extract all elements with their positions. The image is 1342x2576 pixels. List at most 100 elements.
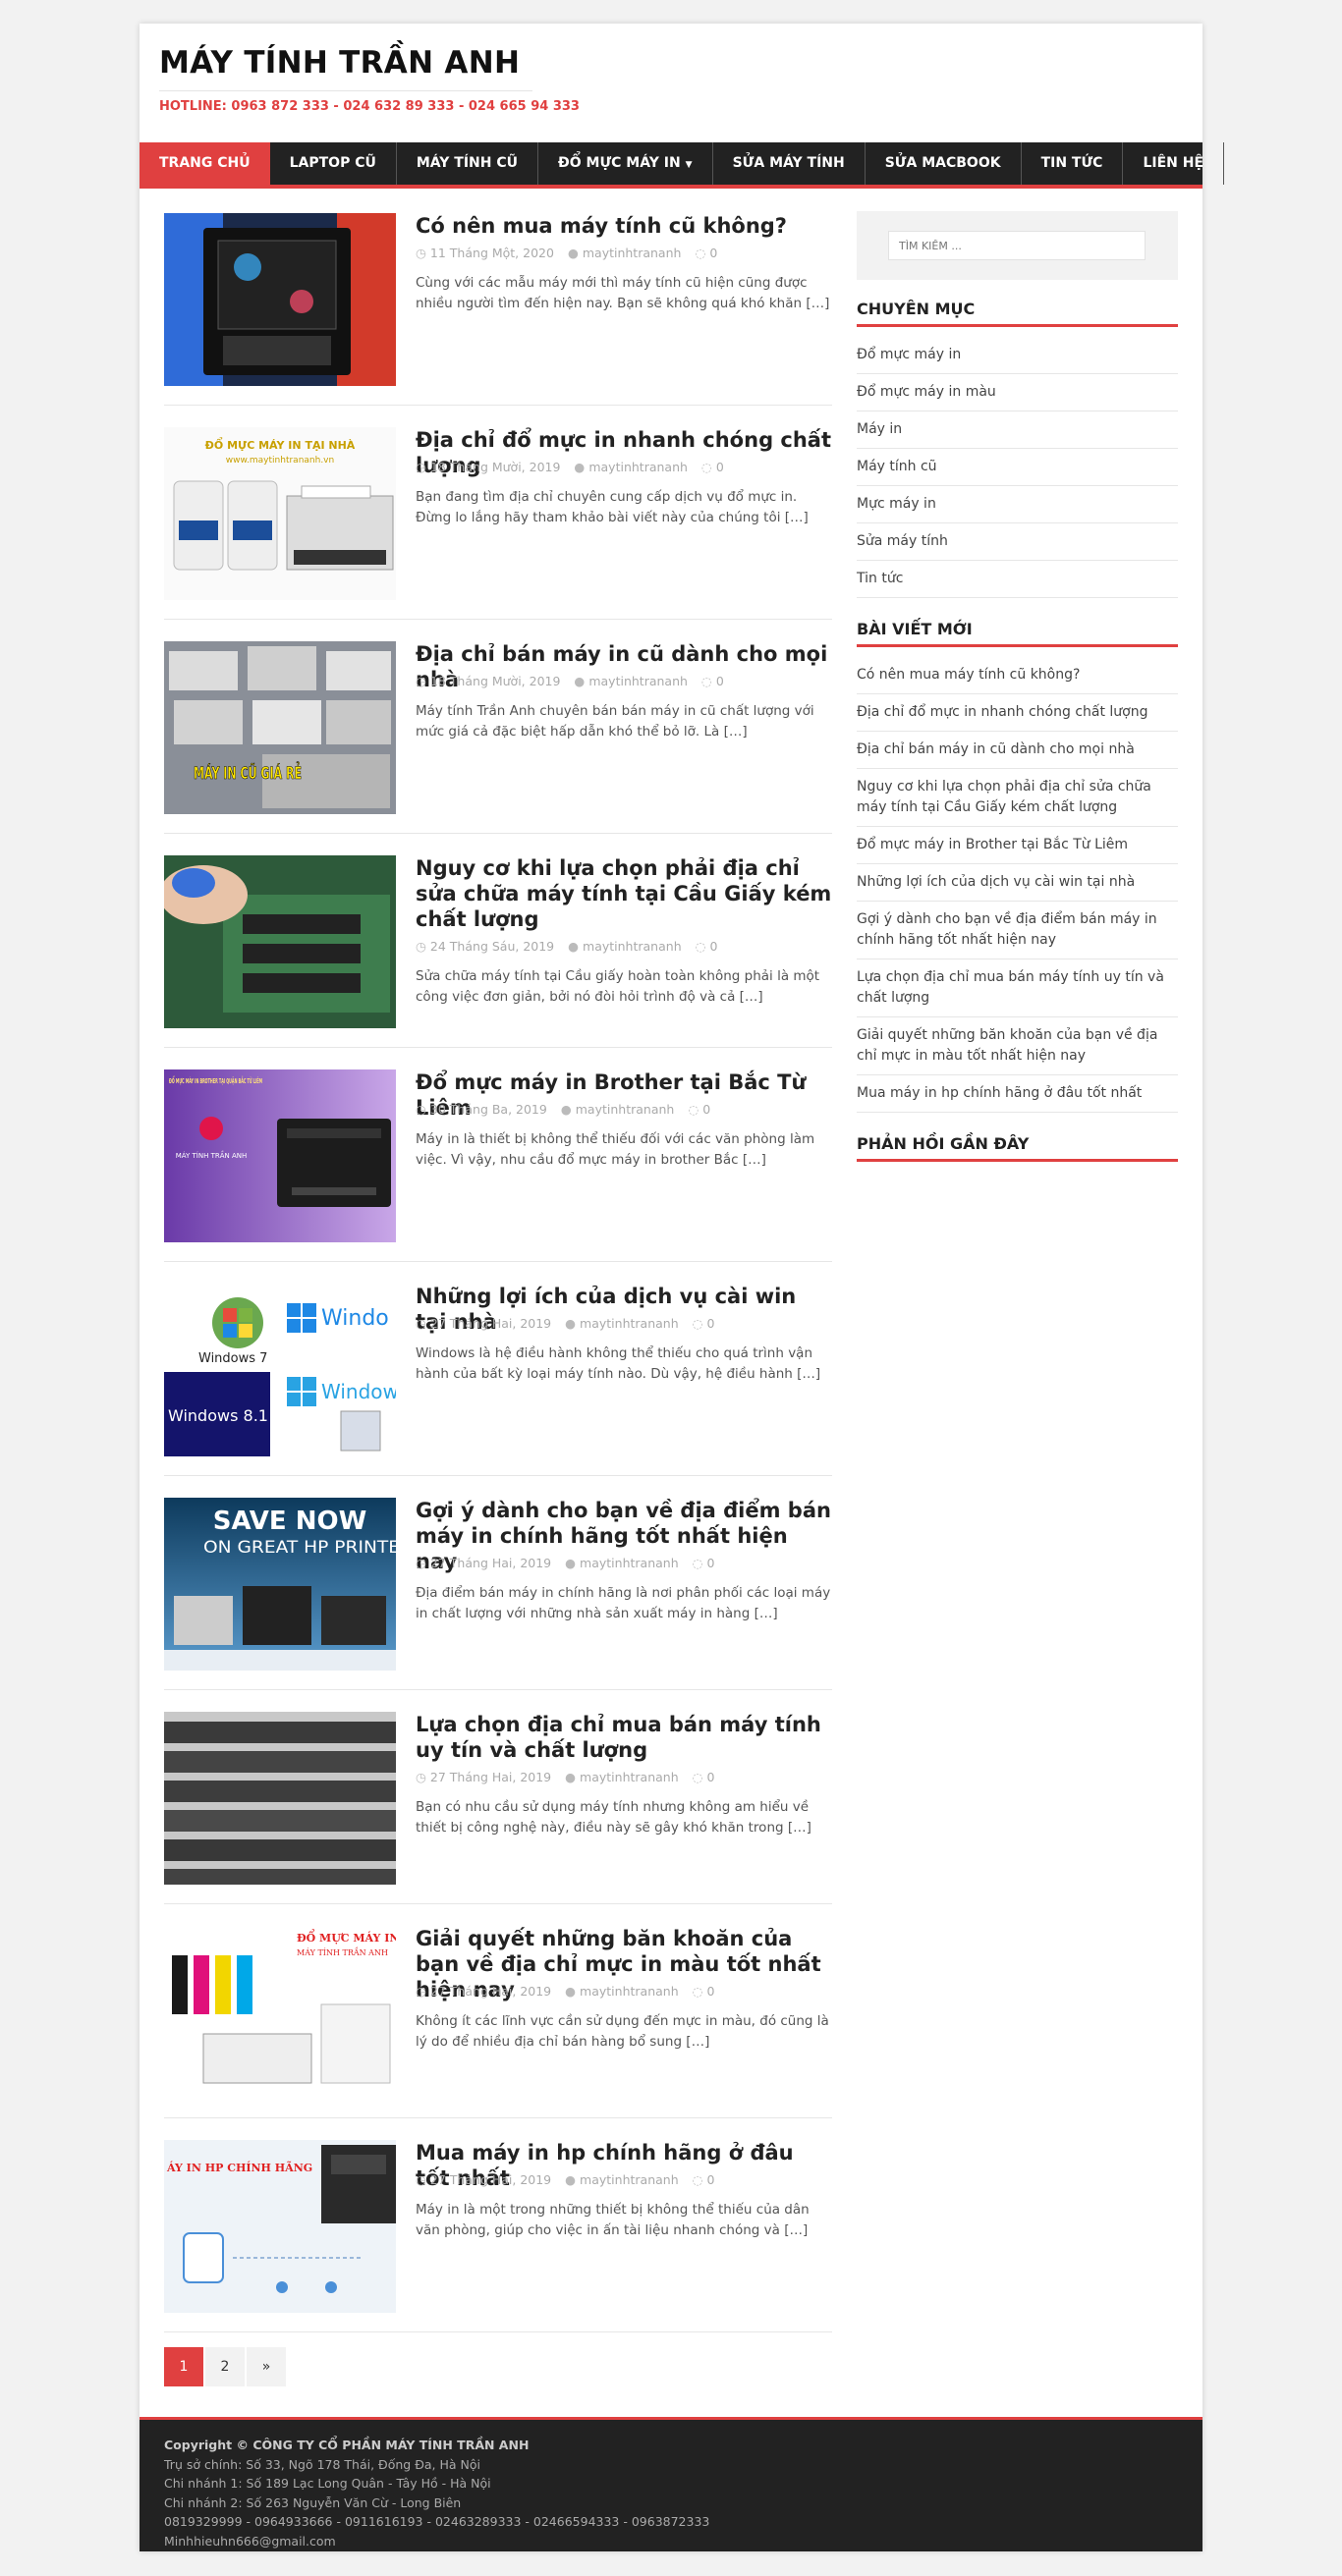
post-item: Có nên mua máy tính cũ không? ◷ 11 Tháng … [164,213,832,406]
main-nav: TRANG CHỦ LAPTOP CŨ MÁY TÍNH CŨ ĐỔ MỰC M… [140,142,1225,189]
post-comments[interactable]: 0 [707,1770,715,1784]
post-title[interactable]: Có nên mua máy tính cũ không? [416,213,832,239]
page-container: MÁY TÍNH TRẦN ANH HOTLINE: 0963 872 333 … [140,24,1225,2551]
category-item[interactable]: Đổ mực máy in màu [857,374,1178,411]
post-title[interactable]: Nguy cơ khi lựa chọn phải địa chỉ sửa ch… [416,855,832,932]
user-icon: ● [574,460,586,474]
post-thumbnail[interactable]: ĐỔ MỰC MÁY IN BROTHER TẠI QUẬN BẮC TỪ LI… [164,1069,396,1242]
site-title[interactable]: MÁY TÍNH TRẦN ANH [159,45,520,81]
nav-item-printer-ink[interactable]: ĐỔ MỰC MÁY IN ▼ [538,142,713,185]
post-item: ĐỔ MỰC MÁY IN BROTHER TẠI QUẬN BẮC TỪ LI… [164,1069,832,1262]
thumb-label: Windo [321,1306,389,1331]
comment-icon: ◌ [695,246,706,260]
post-meta: ◷ 30 Tháng Ba, 2019 ● maytinhtrananh ◌ 0 [416,1102,720,1117]
category-item[interactable]: Mực máy in [857,486,1178,523]
post-thumbnail[interactable]: ÁY IN HP CHÍNH HÃNG [164,2140,396,2313]
nav-item-macbook-repair[interactable]: SỬA MACBOOK [866,142,1022,185]
post-title[interactable]: Lựa chọn địa chỉ mua bán máy tính uy tín… [416,1712,832,1763]
clock-icon: ◷ [416,939,426,954]
header-divider [159,90,532,91]
post-author[interactable]: maytinhtrananh [588,460,688,474]
user-icon: ● [567,246,579,260]
post-meta: ◷ 27 Tháng Hai, 2019 ● maytinhtrananh ◌ 0 [416,1556,725,1570]
post-comments[interactable]: 0 [707,1984,715,1999]
category-item[interactable]: Tin tức [857,561,1178,598]
recent-post-item[interactable]: Địa chỉ đổ mực in nhanh chóng chất lượng [857,694,1178,732]
thumb-text: MÁY IN CŨ GIÁ RẺ [194,761,302,784]
post-item: Lựa chọn địa chỉ mua bán máy tính uy tín… [164,1712,832,1904]
clock-icon: ◷ [416,1984,426,1999]
post-excerpt: Máy tính Trần Anh chuyên bán bán máy in … [416,703,814,740]
post-author[interactable]: maytinhtrananh [583,939,682,954]
footer-line: 0819329999 - 0964933666 - 0911616193 - 0… [164,2514,710,2529]
post-author[interactable]: maytinhtrananh [588,674,688,688]
post-meta: ◷ 27 Tháng Hai, 2019 ● maytinhtrananh ◌ 0 [416,2172,725,2187]
post-author[interactable]: maytinhtrananh [580,1770,679,1784]
recent-comments-title: PHẢN HỒI GẦN ĐÂY [857,1134,1178,1162]
post-author[interactable]: maytinhtrananh [576,1102,675,1117]
post-author[interactable]: maytinhtrananh [580,1316,679,1331]
next-page-button[interactable]: » [247,2347,286,2386]
footer-line: Chi nhánh 1: Số 189 Lạc Long Quân - Tây … [164,2476,491,2491]
post-date: 18 Tháng Mười, 2019 [429,460,561,474]
nav-item-news[interactable]: TIN TỨC [1022,142,1124,185]
comment-icon: ◌ [692,2172,703,2187]
clock-icon: ◷ [416,1102,426,1117]
post-author[interactable]: maytinhtrananh [580,1984,679,1999]
comment-icon: ◌ [692,1316,703,1331]
recent-post-item[interactable]: Địa chỉ bán máy in cũ dành cho mọi nhà [857,732,1178,769]
post-meta: ◷ 27 Tháng Hai, 2019 ● maytinhtrananh ◌ 0 [416,1316,725,1331]
comment-icon: ◌ [700,460,712,474]
post-thumbnail[interactable]: SAVE NOW ON GREAT HP PRINTE [164,1498,396,1671]
recent-post-item[interactable]: Những lợi ích của dịch vụ cài win tại nh… [857,864,1178,902]
post-author[interactable]: maytinhtrananh [580,2172,679,2187]
category-item[interactable]: Sửa máy tính [857,523,1178,561]
recent-post-item[interactable]: Lựa chọn địa chỉ mua bán máy tính uy tín… [857,959,1178,1017]
categories-list: Đổ mực máy in Đổ mực máy in màu Máy in M… [857,337,1178,598]
post-comments[interactable]: 0 [707,1316,715,1331]
search-input[interactable] [888,231,1146,260]
recent-post-item[interactable]: Đổ mực máy in Brother tại Bắc Từ Liêm [857,827,1178,864]
category-item[interactable]: Máy in [857,411,1178,449]
recent-post-item[interactable]: Gợi ý dành cho bạn về địa điểm bán máy i… [857,902,1178,959]
clock-icon: ◷ [416,2172,426,2187]
comment-icon: ◌ [692,1984,703,1999]
user-icon: ● [565,2172,577,2187]
post-comments[interactable]: 0 [707,2172,715,2187]
post-author[interactable]: maytinhtrananh [580,1556,679,1570]
thumb-subtext: MÁY TÍNH TRẦN ANH [297,1947,388,1957]
post-thumbnail[interactable] [164,1712,396,1885]
page-1-button[interactable]: 1 [164,2347,203,2386]
category-item[interactable]: Máy tính cũ [857,449,1178,486]
post-comments[interactable]: 0 [709,246,717,260]
nav-item-used-laptop[interactable]: LAPTOP CŨ [270,142,397,185]
post-thumbnail[interactable]: ĐỔ MỰC MÁY IN TẠI NHÀ www.maytinhtrananh… [164,427,396,600]
post-thumbnail[interactable]: Windows 7 Windo Windows 8.1 Window [164,1284,396,1456]
page-2-button[interactable]: 2 [205,2347,245,2386]
post-comments[interactable]: 0 [710,939,718,954]
nav-item-contact[interactable]: LIÊN HỆ [1123,142,1225,185]
thumb-label: Window [321,1380,396,1403]
post-thumbnail[interactable] [164,855,396,1028]
post-excerpt: Windows là hệ điều hành không thể thiếu … [416,1345,821,1382]
recent-post-item[interactable]: Nguy cơ khi lựa chọn phải địa chỉ sửa ch… [857,769,1178,827]
post-author[interactable]: maytinhtrananh [583,246,682,260]
nav-item-home[interactable]: TRANG CHỦ [140,142,270,185]
post-thumbnail[interactable]: ĐỔ MỰC MÁY IN M MÁY TÍNH TRẦN ANH [164,1926,396,2099]
recent-post-item[interactable]: Giải quyết những băn khoăn của bạn về đị… [857,1017,1178,1075]
post-comments[interactable]: 0 [716,674,724,688]
user-icon: ● [565,1556,577,1570]
thumb-text: ÁY IN HP CHÍNH HÃNG [166,2161,312,2174]
post-comments[interactable]: 0 [707,1556,715,1570]
footer-email[interactable]: Minhhieuhn666@gmail.com [164,2532,1178,2551]
post-meta: ◷ 27 Tháng Hai, 2019 ● maytinhtrananh ◌ 0 [416,1984,725,1999]
post-thumbnail[interactable] [164,213,396,386]
recent-post-item[interactable]: Mua máy in hp chính hãng ở đâu tốt nhất [857,1075,1178,1113]
post-thumbnail[interactable]: MÁY IN CŨ GIÁ RẺ [164,641,396,814]
category-item[interactable]: Đổ mực máy in [857,337,1178,374]
post-comments[interactable]: 0 [716,460,724,474]
recent-post-item[interactable]: Có nên mua máy tính cũ không? [857,657,1178,694]
nav-item-used-pc[interactable]: MÁY TÍNH CŨ [397,142,539,185]
nav-item-pc-repair[interactable]: SỬA MÁY TÍNH [713,142,866,185]
post-comments[interactable]: 0 [702,1102,710,1117]
